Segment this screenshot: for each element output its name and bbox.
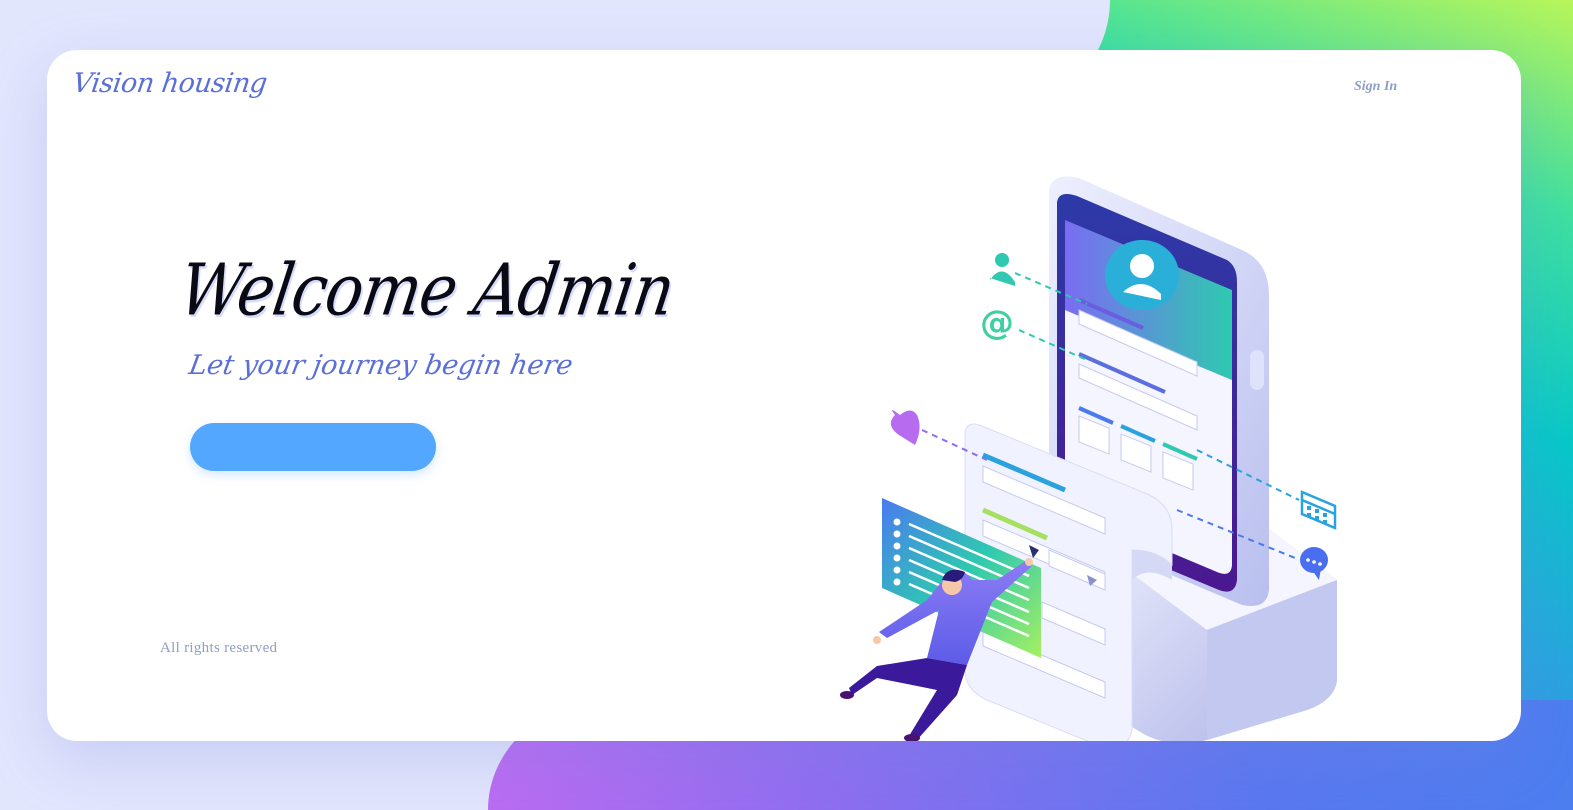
page-subtitle: Let your journey begin here [186, 350, 576, 381]
landing-card: Vision housing Sign In Welcome Admin Let… [47, 50, 1521, 741]
calendar-icon [1300, 490, 1337, 530]
signup-illustration: @ [840, 176, 1337, 741]
user-icon [990, 253, 1015, 286]
page-title: Welcome Admin [174, 248, 680, 332]
get-started-button[interactable] [190, 423, 436, 471]
sign-in-link[interactable]: Sign In [1354, 79, 1397, 95]
at-icon: @ [980, 303, 1014, 343]
footer-copyright: All rights reserved [160, 640, 278, 656]
svg-text:@: @ [980, 303, 1014, 343]
brand-logo[interactable]: Vision housing [71, 68, 269, 99]
heart-icon [890, 410, 920, 445]
